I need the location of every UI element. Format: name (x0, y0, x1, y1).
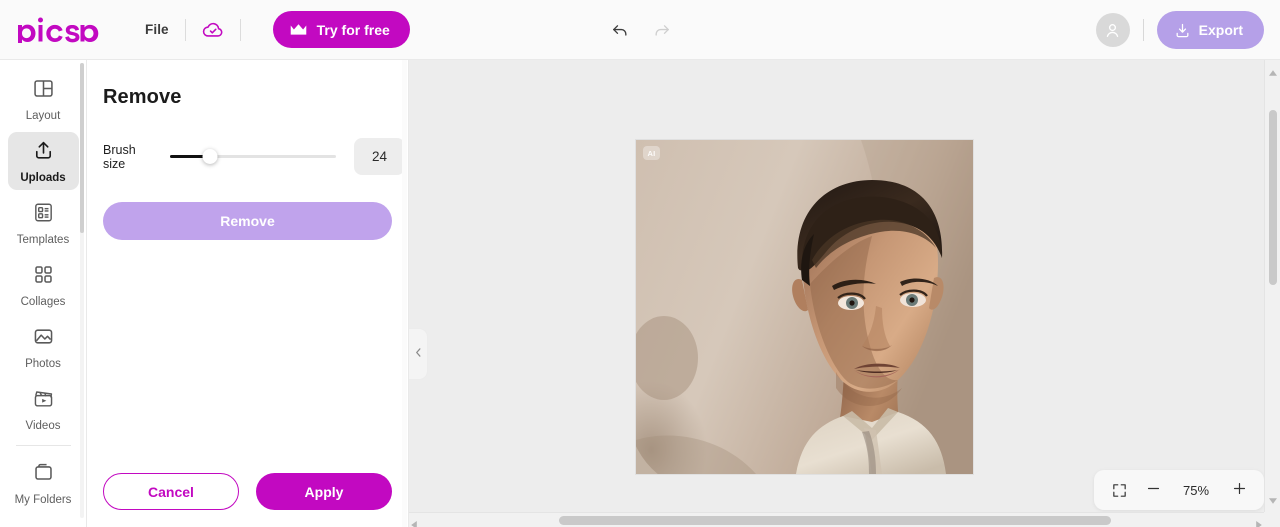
scroll-up-arrow-icon[interactable] (1269, 63, 1277, 81)
zoom-in-button[interactable] (1224, 475, 1254, 505)
sidebar-label-uploads: Uploads (20, 171, 66, 184)
toolbar-divider-1 (184, 18, 186, 41)
cloud-check-icon[interactable] (202, 19, 224, 41)
zoom-controls: 75% (1094, 470, 1264, 510)
sidebar-label-layout: Layout (25, 109, 61, 122)
slider-thumb[interactable] (202, 149, 218, 164)
sidebar-item-videos[interactable]: Videos (8, 380, 79, 438)
canvas-horizontal-scrollbar[interactable] (409, 512, 1264, 527)
download-icon (1174, 22, 1191, 39)
plus-icon (1231, 480, 1248, 500)
ai-badge: AI (643, 146, 660, 160)
editor-body: Layout Uploads Templates Collages Photos… (0, 60, 1280, 527)
picsart-logo[interactable] (16, 17, 121, 43)
sidebar-label-photos: Photos (25, 357, 61, 370)
brush-size-row: Brush size 24 (103, 138, 408, 175)
collages-grid-icon (32, 263, 55, 291)
panel-scrollbar-track (402, 60, 407, 527)
sidebar-item-photos[interactable]: Photos (8, 318, 79, 376)
cancel-button[interactable]: Cancel (103, 473, 239, 510)
portrait-photo-image (636, 140, 973, 474)
scroll-left-arrow-icon[interactable] (411, 516, 417, 527)
brush-size-slider[interactable] (170, 148, 336, 166)
portrait-photo[interactable]: AI (636, 140, 973, 474)
topbar-right-group: Export (1095, 0, 1264, 60)
layout-icon (32, 77, 55, 105)
remove-tool-panel: Remove Brush size 24 Remove Cancel Apply (87, 60, 409, 527)
image-canvas[interactable]: AI (636, 140, 973, 474)
zoom-level-value[interactable]: 75% (1172, 483, 1220, 498)
brush-size-label: Brush size (103, 142, 136, 171)
clapperboard-icon (32, 387, 55, 415)
export-label: Export (1198, 22, 1243, 38)
sidebar-item-uploads[interactable]: Uploads (7, 132, 79, 190)
apply-button[interactable]: Apply (256, 473, 392, 510)
toolbar-divider-3 (1142, 19, 1144, 41)
top-toolbar: File Try for free Export (0, 0, 1280, 60)
sidebar-divider (15, 445, 71, 446)
sidebar-scrollbar-thumb[interactable] (80, 63, 84, 233)
canvas-area[interactable]: AI 75% (409, 60, 1280, 527)
export-button[interactable]: Export (1156, 11, 1264, 49)
canvas-vertical-scroll-thumb[interactable] (1269, 110, 1277, 285)
sidebar-label-videos: Videos (25, 419, 61, 432)
upload-icon (32, 139, 55, 167)
redo-arrow-icon[interactable] (650, 18, 674, 42)
scroll-down-arrow-icon[interactable] (1269, 491, 1277, 509)
panel-title: Remove (103, 86, 182, 108)
sidebar-item-templates[interactable]: Templates (8, 194, 79, 252)
scrollbar-corner (1264, 512, 1280, 527)
try-for-free-button[interactable]: Try for free (272, 11, 410, 48)
fit-to-screen-icon[interactable] (1104, 475, 1134, 505)
panel-footer: Cancel Apply (87, 473, 408, 527)
picsart-editor: File Try for free Export Layout Uploads … (0, 0, 1280, 527)
zoom-out-button[interactable] (1138, 475, 1168, 505)
chevron-left-icon (414, 345, 423, 363)
left-sidebar: Layout Uploads Templates Collages Photos… (0, 60, 87, 527)
folder-icon (32, 461, 55, 489)
remove-action-button[interactable]: Remove (103, 202, 392, 240)
file-menu[interactable]: File (145, 22, 169, 37)
sidebar-item-layout[interactable]: Layout (8, 70, 79, 128)
scroll-right-arrow-icon[interactable] (1256, 516, 1262, 527)
sidebar-item-my-folders[interactable]: My Folders (8, 454, 79, 512)
photo-icon (32, 325, 55, 353)
brush-size-value-input[interactable]: 24 (354, 138, 405, 175)
history-controls (608, 0, 674, 60)
sidebar-label-collages: Collages (20, 295, 66, 308)
undo-arrow-icon[interactable] (608, 18, 632, 42)
canvas-horizontal-scroll-thumb[interactable] (559, 516, 1111, 525)
sidebar-item-collages[interactable]: Collages (8, 256, 79, 314)
sidebar-label-my-folders: My Folders (14, 493, 72, 506)
try-for-free-label: Try for free (316, 21, 390, 38)
picsart-wordmark-icon (18, 17, 99, 43)
collapse-panel-handle[interactable] (409, 328, 428, 380)
templates-icon (32, 201, 55, 229)
user-avatar-icon[interactable] (1095, 13, 1130, 47)
crown-icon (289, 23, 308, 37)
sidebar-label-templates: Templates (16, 233, 70, 246)
canvas-vertical-scrollbar[interactable] (1264, 60, 1280, 512)
minus-icon (1145, 480, 1162, 500)
toolbar-divider-2 (239, 18, 241, 41)
